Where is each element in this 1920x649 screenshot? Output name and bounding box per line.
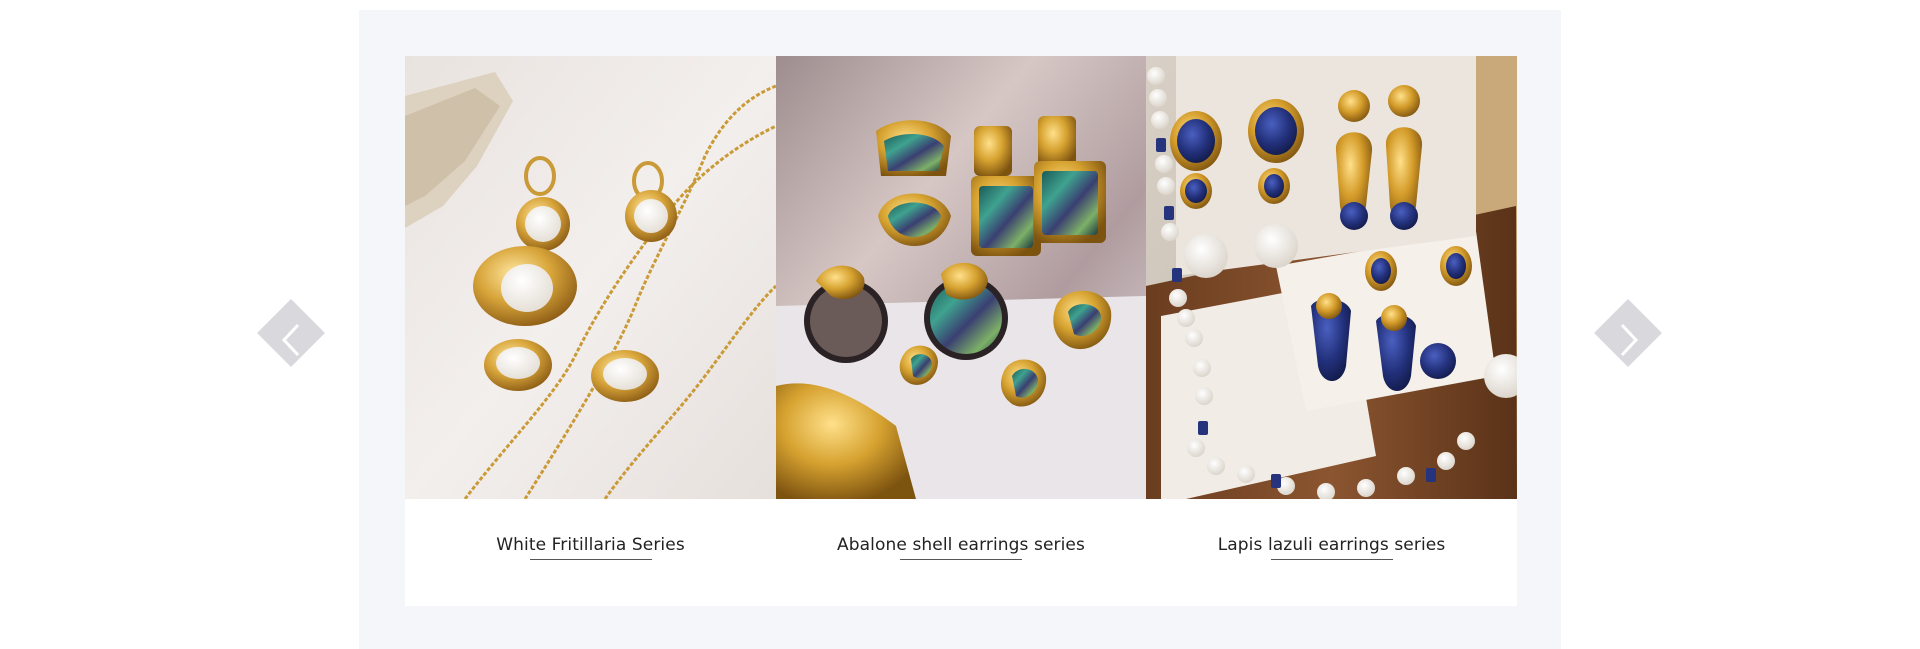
carousel-track: White Fritillaria Series Abalone shell e… bbox=[405, 56, 1517, 606]
card-caption[interactable]: Lapis lazuli earrings series bbox=[1218, 535, 1446, 555]
caption-area: White Fritillaria Series bbox=[405, 499, 776, 606]
carousel-card-white-fritillaria[interactable]: White Fritillaria Series bbox=[405, 56, 776, 606]
chevron-right-icon[interactable] bbox=[1609, 320, 1649, 360]
card-caption[interactable]: Abalone shell earrings series bbox=[837, 535, 1085, 555]
chevron-left-icon[interactable] bbox=[271, 320, 311, 360]
product-image-abalone-shell[interactable] bbox=[776, 56, 1146, 499]
carousel-card-lapis-lazuli[interactable]: Lapis lazuli earrings series bbox=[1146, 56, 1517, 606]
caption-underline bbox=[900, 559, 1022, 560]
caption-area: Lapis lazuli earrings series bbox=[1146, 499, 1517, 606]
card-caption[interactable]: White Fritillaria Series bbox=[496, 535, 685, 555]
caption-underline bbox=[529, 559, 652, 560]
caption-area: Abalone shell earrings series bbox=[776, 499, 1146, 606]
carousel-card-abalone-shell[interactable]: Abalone shell earrings series bbox=[776, 56, 1146, 606]
product-image-white-fritillaria[interactable] bbox=[405, 56, 776, 499]
product-image-lapis-lazuli[interactable] bbox=[1146, 56, 1517, 499]
caption-underline bbox=[1270, 559, 1393, 560]
carousel-section: White Fritillaria Series Abalone shell e… bbox=[0, 0, 1920, 649]
